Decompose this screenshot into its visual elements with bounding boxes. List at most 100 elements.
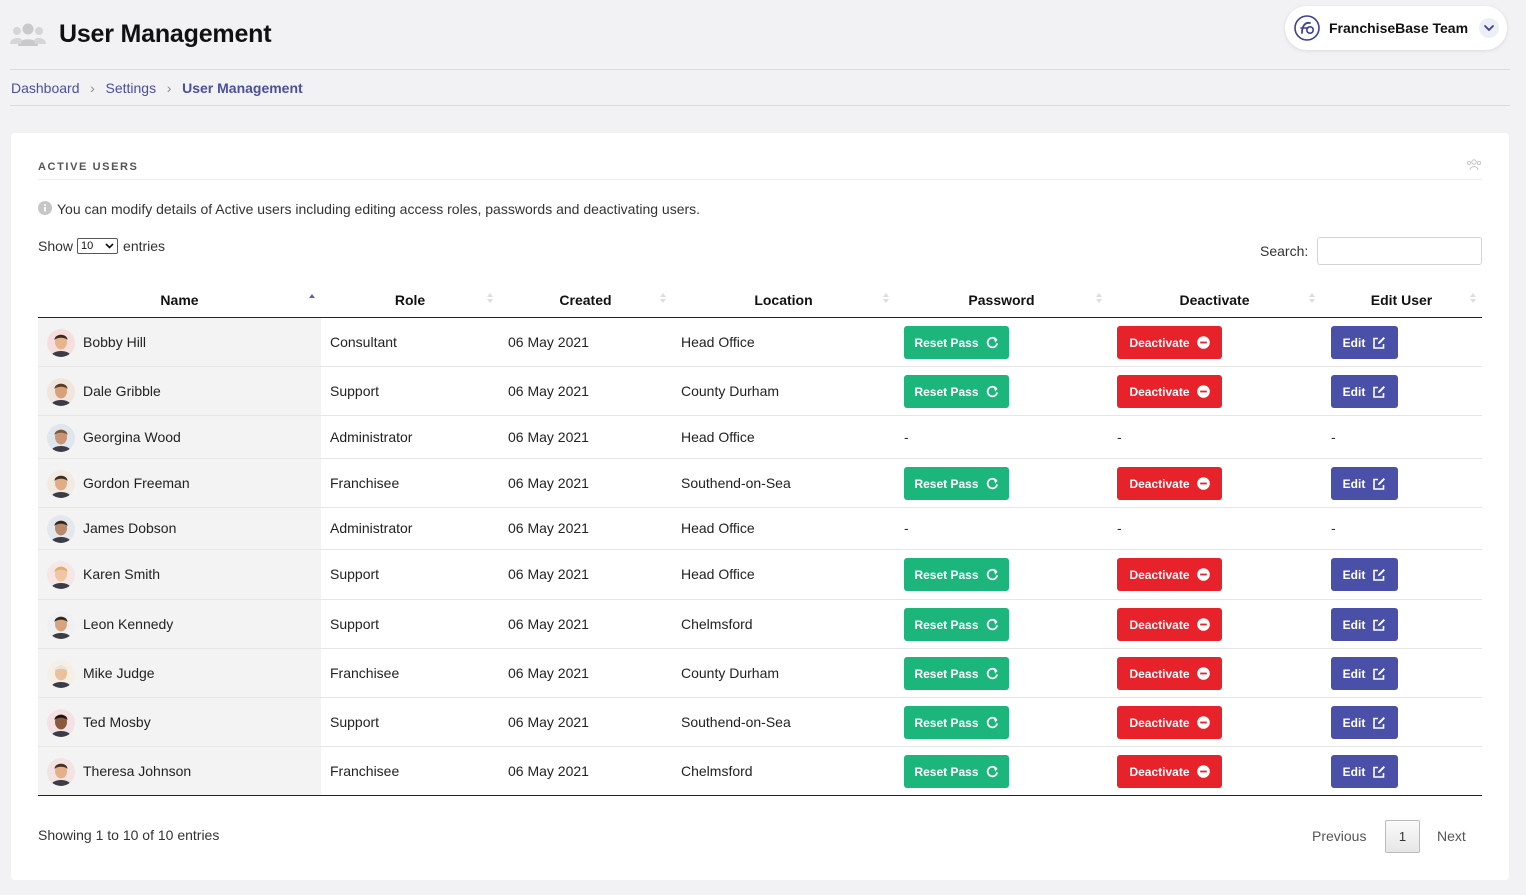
user-created: 06 May 2021: [508, 383, 589, 399]
deactivate-label: Deactivate: [1129, 715, 1190, 730]
refresh-icon: [986, 385, 998, 398]
edit-user-label: Edit: [1342, 666, 1366, 681]
breadcrumb-divider: [10, 105, 1510, 106]
deactivate-button[interactable]: Deactivate: [1117, 467, 1222, 500]
name-cell: Georgina Wood: [38, 416, 321, 458]
sort-icon: [660, 293, 666, 303]
user-location: County Durham: [681, 383, 780, 399]
user-role: Support: [330, 714, 380, 730]
breadcrumb-dashboard[interactable]: Dashboard: [11, 80, 80, 96]
pagination-page[interactable]: 1: [1385, 820, 1420, 853]
card-divider: [38, 179, 1482, 180]
sort-icon: [1470, 293, 1476, 303]
column-header-created[interactable]: Created: [499, 292, 672, 308]
deactivate-label: Deactivate: [1129, 335, 1190, 350]
edit-icon: [1373, 568, 1386, 581]
franchisebase-logo: [1294, 15, 1320, 41]
deactivate-button[interactable]: Deactivate: [1117, 375, 1222, 408]
sort-icon: [1096, 293, 1102, 303]
column-header-edit-user[interactable]: Edit User: [1321, 292, 1482, 308]
column-header-deactivate[interactable]: Deactivate: [1108, 292, 1321, 308]
user-name: Dale Gribble: [83, 383, 161, 399]
deactivate-button[interactable]: Deactivate: [1117, 558, 1222, 591]
refresh-icon: [986, 716, 998, 729]
edit-user-button[interactable]: Edit: [1331, 755, 1398, 788]
user-role: Support: [330, 566, 380, 582]
name-cell: Dale Gribble: [38, 367, 321, 415]
edit-user-button[interactable]: Edit: [1331, 608, 1398, 641]
edit-user-label: Edit: [1342, 617, 1366, 632]
user-name: Bobby Hill: [83, 334, 147, 350]
reset-password-button[interactable]: Reset Pass: [904, 375, 1009, 408]
entries-select[interactable]: 10: [77, 238, 119, 254]
edit-user-button[interactable]: Edit: [1331, 558, 1398, 591]
refresh-icon: [986, 336, 998, 349]
edit-user-button[interactable]: Edit: [1331, 326, 1398, 359]
minus-circle-icon: [1196, 765, 1210, 778]
minus-circle-icon: [1196, 385, 1210, 398]
name-cell: Ted Mosby: [38, 698, 321, 746]
entries-length-control: Show 10 entries: [38, 238, 165, 254]
edit-icon: [1373, 765, 1386, 778]
edit-user-label: Edit: [1342, 384, 1366, 399]
edit-user-button[interactable]: Edit: [1331, 375, 1398, 408]
breadcrumb-separator: ›: [166, 80, 172, 96]
breadcrumb-separator: ›: [90, 80, 95, 96]
column-header-role[interactable]: Role: [321, 292, 499, 308]
deactivate-button[interactable]: Deactivate: [1117, 326, 1222, 359]
user-location: Head Office: [681, 334, 755, 350]
reset-password-button[interactable]: Reset Pass: [904, 467, 1009, 500]
column-header-location[interactable]: Location: [672, 292, 895, 308]
user-location: Chelmsford: [681, 616, 753, 632]
user-location: Head Office: [681, 566, 755, 582]
pagination-previous[interactable]: Previous: [1312, 828, 1366, 844]
active-users-card: ACTIVE USERS You can modify details of A…: [11, 133, 1509, 880]
edit-user-button[interactable]: Edit: [1331, 467, 1398, 500]
breadcrumb: Dashboard › Settings › User Management: [11, 79, 303, 97]
pagination-next[interactable]: Next: [1437, 828, 1466, 844]
edit-icon: [1373, 716, 1386, 729]
refresh-icon: [986, 765, 998, 778]
deactivate-label: Deactivate: [1129, 666, 1190, 681]
edit-user-button[interactable]: Edit: [1331, 706, 1398, 739]
user-role: Administrator: [330, 429, 413, 445]
users-icon: [1466, 159, 1482, 171]
user-name: Leon Kennedy: [83, 616, 174, 632]
deactivate-button[interactable]: Deactivate: [1117, 608, 1222, 641]
edit-user-label: Edit: [1342, 764, 1366, 779]
user-name: Ted Mosby: [83, 714, 151, 730]
reset-password-button[interactable]: Reset Pass: [904, 326, 1009, 359]
edit-user-label: Edit: [1342, 567, 1366, 582]
minus-circle-icon: [1196, 716, 1210, 729]
deactivate-label: Deactivate: [1129, 384, 1190, 399]
avatar: [47, 424, 75, 452]
minus-circle-icon: [1196, 477, 1210, 490]
team-selector[interactable]: FranchiseBase Team: [1285, 6, 1507, 50]
reset-password-button[interactable]: Reset Pass: [904, 558, 1009, 591]
reset-password-button[interactable]: Reset Pass: [904, 657, 1009, 690]
user-location: County Durham: [681, 665, 780, 681]
breadcrumb-settings[interactable]: Settings: [106, 80, 157, 96]
column-header-password[interactable]: Password: [895, 292, 1108, 308]
reset-password-label: Reset Pass: [914, 715, 979, 730]
header-divider: [10, 69, 1510, 70]
deactivate-button[interactable]: Deactivate: [1117, 657, 1222, 690]
user-name: Mike Judge: [83, 665, 155, 681]
refresh-icon: [986, 477, 998, 490]
reset-password-button[interactable]: Reset Pass: [904, 608, 1009, 641]
table-header: Name Role Created Location Password Deac…: [38, 283, 1482, 318]
user-location: Chelmsford: [681, 763, 753, 779]
search-input[interactable]: [1317, 237, 1482, 265]
name-cell: Karen Smith: [38, 550, 321, 599]
sort-icon: [883, 293, 889, 303]
user-role: Support: [330, 616, 380, 632]
user-role: Support: [330, 383, 380, 399]
reset-password-button[interactable]: Reset Pass: [904, 706, 1009, 739]
chevron-down-icon[interactable]: [1479, 18, 1499, 38]
reset-password-button[interactable]: Reset Pass: [904, 755, 1009, 788]
deactivate-button[interactable]: Deactivate: [1117, 706, 1222, 739]
deactivate-button[interactable]: Deactivate: [1117, 755, 1222, 788]
user-role: Franchisee: [330, 763, 400, 779]
edit-user-button[interactable]: Edit: [1331, 657, 1398, 690]
column-header-name[interactable]: Name: [38, 292, 321, 308]
